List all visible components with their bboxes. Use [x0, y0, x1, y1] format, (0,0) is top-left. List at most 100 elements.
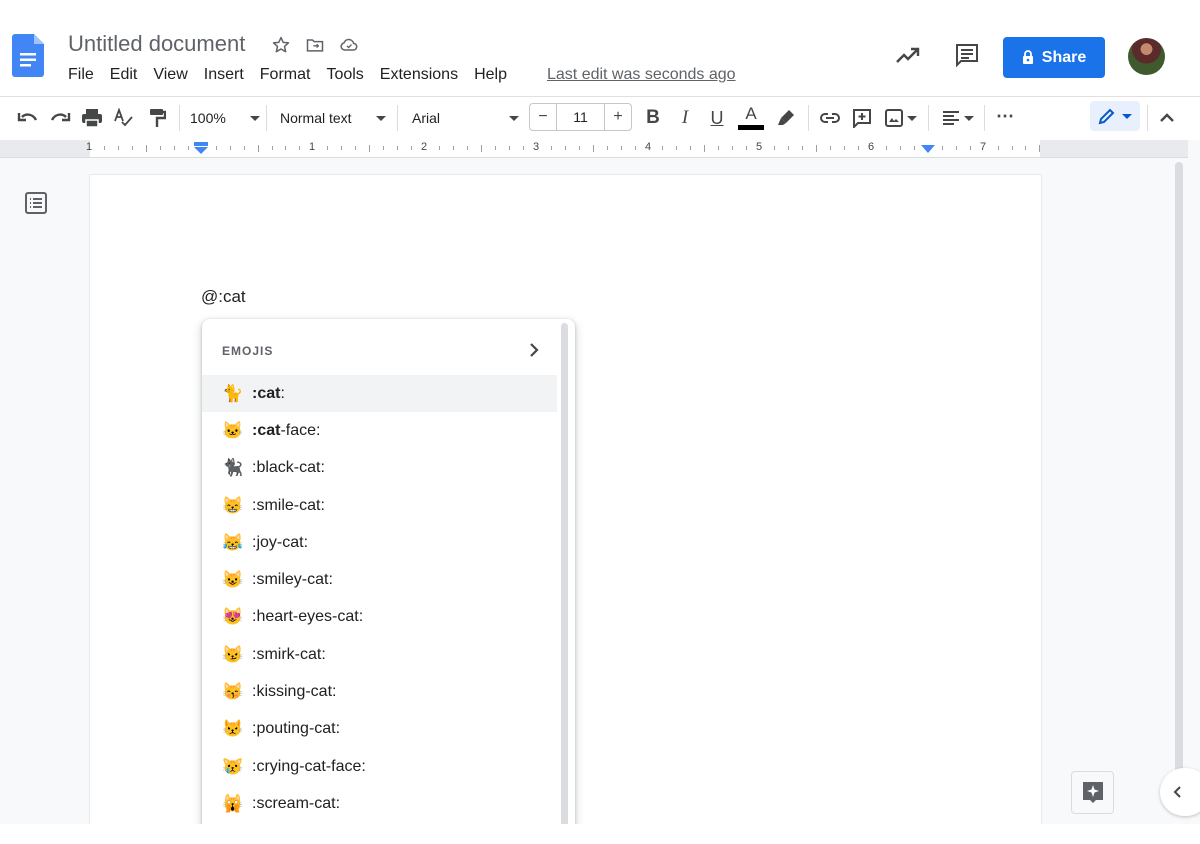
- decrease-font-size-button[interactable]: −: [530, 104, 557, 130]
- highlight-color-icon[interactable]: [775, 106, 797, 130]
- align-button[interactable]: [940, 106, 976, 130]
- undo-icon[interactable]: [16, 106, 40, 130]
- ruler-tick: [621, 146, 622, 150]
- menu-extensions[interactable]: Extensions: [372, 64, 466, 86]
- emoji-suggestion-item[interactable]: 😾:pouting-cat:: [202, 711, 557, 748]
- header: Untitled document File Edit View Insert …: [0, 0, 1200, 96]
- image-icon: [885, 109, 903, 127]
- print-icon[interactable]: [80, 106, 104, 130]
- ruler-label: 2: [421, 141, 428, 153]
- move-to-folder-icon[interactable]: [304, 34, 326, 56]
- emoji-shortcode-rest: :pouting-cat:: [252, 720, 341, 738]
- share-button[interactable]: Share: [1003, 37, 1105, 78]
- ruler[interactable]: 1 1 2 3 4 5 6 7: [0, 140, 1188, 158]
- ruler-tick: [551, 146, 552, 150]
- side-panel-toggle[interactable]: [1160, 768, 1200, 816]
- menu-bar: File Edit View Insert Format Tools Exten…: [60, 64, 515, 86]
- emoji-suggestion-item[interactable]: 🐈:cat:: [202, 375, 557, 413]
- emoji-suggestion-item[interactable]: 🐈‍⬛ :black-cat:: [202, 450, 557, 487]
- emoji-glyph-icon: 🐈‍⬛: [222, 458, 244, 478]
- ruler-tick: [453, 146, 454, 150]
- document-text[interactable]: @:cat: [201, 287, 246, 307]
- ruler-tick: [369, 145, 370, 152]
- ruler-tick: [607, 146, 608, 150]
- emoji-suggestion-item[interactable]: 🙀:scream-cat:: [202, 785, 557, 822]
- zoom-select[interactable]: 100%: [190, 106, 260, 130]
- font-select[interactable]: Arial: [412, 106, 519, 130]
- add-comment-icon[interactable]: [850, 106, 874, 130]
- emoji-suggestion-item[interactable]: 😻:heart-eyes-cat:: [202, 599, 557, 636]
- underline-icon[interactable]: U: [707, 106, 727, 130]
- insert-image-button[interactable]: [882, 106, 920, 130]
- account-avatar[interactable]: [1128, 38, 1165, 75]
- menu-tools[interactable]: Tools: [318, 64, 371, 86]
- document-scrollbar[interactable]: [1172, 160, 1186, 824]
- ruler-tick: [230, 146, 231, 150]
- emoji-popup-header[interactable]: EMOJIS: [202, 319, 557, 375]
- emoji-suggestion-item[interactable]: 🐱:cat-face:: [202, 412, 557, 449]
- chevron-down-icon: [964, 115, 974, 121]
- explore-button[interactable]: [1071, 771, 1114, 814]
- toolbar-divider: [1147, 105, 1148, 131]
- right-indent-marker[interactable]: [921, 145, 935, 155]
- chevron-down-icon: [509, 115, 519, 121]
- hide-menus-chevron-up-icon[interactable]: [1156, 106, 1178, 130]
- emoji-suggestion-item[interactable]: 😼:smirk-cat:: [202, 636, 557, 673]
- menu-file[interactable]: File: [60, 64, 102, 86]
- redo-icon[interactable]: [48, 106, 72, 130]
- ruler-tick: [355, 146, 356, 150]
- activity-trend-icon[interactable]: [895, 45, 921, 67]
- last-edit-link[interactable]: Last edit was seconds ago: [547, 66, 736, 84]
- font-size-input[interactable]: 11: [557, 104, 604, 130]
- ruler-tick: [299, 146, 300, 150]
- increase-font-size-button[interactable]: +: [604, 104, 631, 130]
- chevron-down-icon: [376, 115, 386, 121]
- ruler-tick: [565, 146, 566, 150]
- ruler-tick: [1025, 146, 1026, 150]
- emoji-shortcode-rest: :crying-cat-face:: [252, 757, 366, 775]
- menu-edit[interactable]: Edit: [102, 64, 146, 86]
- toolbar-divider: [928, 105, 929, 131]
- docs-logo-icon[interactable]: [12, 34, 44, 77]
- emoji-suggestion-item[interactable]: 😺:smiley-cat:: [202, 561, 557, 598]
- emoji-shortcode: :black-cat:: [252, 459, 325, 477]
- ruler-tick: [216, 146, 217, 150]
- insert-link-icon[interactable]: [818, 106, 842, 130]
- emoji-popup-scrollbar-thumb[interactable]: [561, 323, 568, 824]
- chevron-left-icon: [1173, 786, 1181, 798]
- emoji-shortcode: :kissing-cat:: [252, 683, 336, 701]
- paragraph-style-select[interactable]: Normal text: [280, 106, 386, 130]
- star-icon[interactable]: [270, 34, 292, 56]
- ruler-label: 4: [645, 141, 652, 153]
- ruler-tick: [858, 146, 859, 150]
- paint-format-icon[interactable]: [146, 106, 168, 130]
- emoji-suggestion-item[interactable]: 😸:smile-cat:: [202, 487, 557, 524]
- emoji-suggestion-item[interactable]: 😹:joy-cat:: [202, 524, 557, 561]
- chevron-right-icon[interactable]: [527, 341, 541, 359]
- menu-insert[interactable]: Insert: [196, 64, 252, 86]
- emoji-suggestion-item[interactable]: 😽:kissing-cat:: [202, 673, 557, 710]
- menu-help[interactable]: Help: [466, 64, 515, 86]
- more-options-icon[interactable]: ⋯: [994, 104, 1016, 128]
- document-outline-icon[interactable]: [25, 192, 47, 214]
- emoji-shortcode-rest: :heart-eyes-cat:: [252, 608, 364, 626]
- italic-icon[interactable]: I: [675, 106, 695, 130]
- menu-view[interactable]: View: [145, 64, 195, 86]
- ruler-tick: [886, 146, 887, 150]
- bold-icon[interactable]: B: [643, 106, 663, 130]
- emoji-suggestion-item[interactable]: 😿:crying-cat-face:: [202, 748, 557, 785]
- document-title[interactable]: Untitled document: [68, 31, 245, 57]
- emoji-list: 🐈:cat: 🐱:cat-face: 🐈‍⬛ :black-cat: 😸:smile-c…: [202, 375, 557, 823]
- emoji-shortcode: :crying-cat-face:: [252, 758, 366, 776]
- emoji-popup-scrollbar[interactable]: [559, 323, 569, 824]
- emoji-shortcode: :heart-eyes-cat:: [252, 608, 363, 626]
- cloud-saved-icon[interactable]: [338, 34, 360, 56]
- scrollbar-thumb[interactable]: [1175, 162, 1183, 802]
- menu-format[interactable]: Format: [252, 64, 319, 86]
- editing-mode-button[interactable]: [1090, 101, 1140, 131]
- emoji-shortcode-rest: :joy-cat:: [252, 533, 309, 551]
- text-color-icon[interactable]: A: [738, 103, 764, 131]
- left-indent-marker[interactable]: [194, 142, 208, 155]
- spellcheck-icon[interactable]: [112, 106, 136, 130]
- comment-history-icon[interactable]: [955, 43, 979, 69]
